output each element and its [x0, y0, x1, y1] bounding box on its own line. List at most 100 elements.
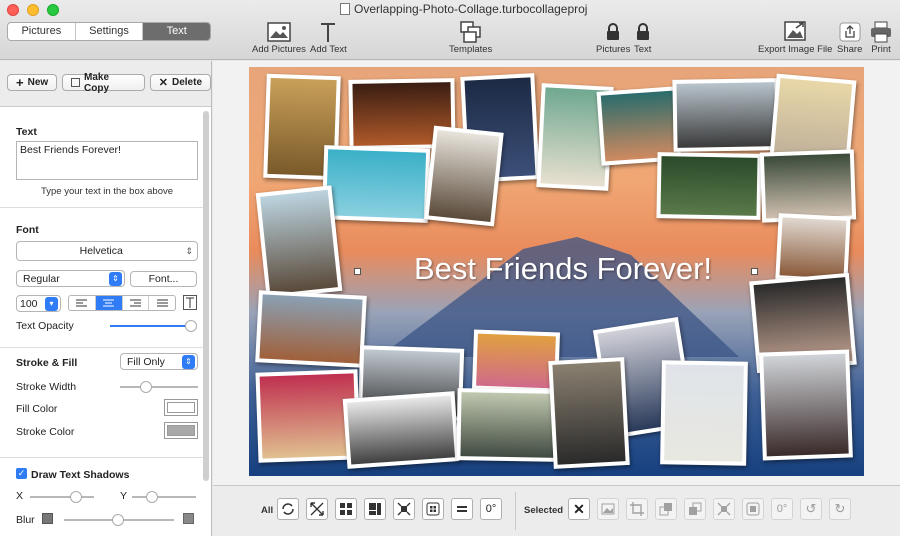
window-title: Overlapping-Photo-Collage.turbocollagepr… [340, 2, 600, 16]
remove-selected-icon[interactable]: ✕ [568, 498, 590, 520]
delete-text-button[interactable]: ✕ Delete [149, 74, 211, 91]
add-text-button[interactable]: Add Text [310, 20, 347, 55]
share-button[interactable]: Share [837, 20, 862, 55]
text-box-icon[interactable] [183, 295, 197, 310]
lock-icon [606, 20, 620, 44]
collage-photo[interactable] [456, 388, 562, 462]
bring-forward-icon[interactable] [655, 498, 677, 520]
collage-photo[interactable] [255, 290, 367, 368]
text-hint: Type your text in the box above [40, 186, 174, 197]
tab-pictures[interactable]: Pictures [8, 23, 76, 40]
slider-knob[interactable] [140, 381, 152, 393]
send-backward-icon[interactable] [684, 498, 706, 520]
collapse-icon[interactable] [742, 498, 764, 520]
resize-handle[interactable] [354, 268, 361, 275]
minimize-window-button[interactable] [27, 4, 39, 16]
make-copy-button[interactable]: Make Copy [62, 72, 145, 94]
font-size-select[interactable]: 100 ▾ [16, 295, 61, 312]
collage-photo[interactable] [255, 185, 343, 299]
fit-icon[interactable] [713, 498, 735, 520]
text-opacity-slider[interactable] [110, 320, 197, 332]
collage-photo[interactable] [321, 145, 431, 223]
updown-chevron-icon: ⇕ [109, 271, 122, 286]
collapse-icon[interactable] [422, 498, 444, 520]
collage-photo[interactable] [759, 349, 853, 461]
collage-photo[interactable] [424, 125, 504, 227]
slider-knob[interactable] [70, 491, 82, 503]
templates-icon [459, 20, 483, 44]
window-controls [7, 4, 59, 16]
lock-text-button[interactable]: Text [634, 20, 651, 55]
font-section-title: Font [16, 224, 39, 236]
expand-icon[interactable] [306, 498, 328, 520]
zero-rotation-icon[interactable]: 0° [771, 498, 793, 520]
text-input[interactable]: Best Friends Forever! [16, 141, 198, 180]
shadow-checkbox[interactable]: ✓ [16, 468, 27, 479]
layout-icon[interactable] [364, 498, 386, 520]
resize-handle[interactable] [751, 268, 758, 275]
alignment-control [68, 295, 176, 311]
toolbar: Overlapping-Photo-Collage.turbocollagepr… [0, 0, 900, 60]
copy-icon [71, 78, 81, 87]
align-left-icon[interactable] [69, 296, 96, 310]
new-text-button[interactable]: + New [7, 74, 58, 91]
stroke-color-well[interactable] [164, 422, 198, 439]
shadow-y-slider[interactable] [132, 491, 196, 503]
updown-chevron-icon: ⇕ [185, 245, 193, 256]
zero-rotation-icon[interactable]: 0° [480, 498, 502, 520]
collage-photo[interactable] [775, 213, 851, 283]
fit-icon[interactable] [393, 498, 415, 520]
align-center-icon[interactable] [95, 296, 123, 310]
canvas-area: Best Friends Forever! [213, 61, 900, 485]
image-icon[interactable] [597, 498, 619, 520]
collage-photo[interactable] [759, 149, 857, 223]
fill-color-well[interactable] [164, 399, 198, 416]
shuffle-icon[interactable] [277, 498, 299, 520]
tab-settings[interactable]: Settings [76, 23, 144, 40]
collage-photo[interactable] [660, 360, 748, 466]
align-right-icon[interactable] [123, 296, 150, 310]
shadow-blur-slider[interactable] [64, 514, 174, 526]
collage-photo[interactable] [471, 329, 561, 393]
tab-text[interactable]: Text [143, 23, 210, 40]
export-image-button[interactable]: Export Image File [758, 20, 832, 55]
stroke-width-slider[interactable] [120, 381, 198, 393]
shadow-blur-label: Blur [16, 514, 35, 526]
collage-photo[interactable] [342, 391, 460, 469]
stroke-fill-select[interactable]: Fill Only ⇕ [120, 353, 198, 370]
image-icon [267, 20, 291, 44]
crop-icon[interactable] [626, 498, 648, 520]
slider-knob[interactable] [146, 491, 158, 503]
add-pictures-button[interactable]: Add Pictures [252, 20, 306, 55]
rotate-right-icon[interactable]: ↻ [829, 498, 851, 520]
collage-photo[interactable] [656, 152, 762, 220]
align-justify-icon[interactable] [149, 296, 175, 310]
panel-scrollbar[interactable] [203, 111, 209, 481]
font-family-select[interactable]: Helvetica ⇕ [16, 241, 198, 261]
rotate-left-icon[interactable]: ↺ [800, 498, 822, 520]
divider [0, 347, 203, 348]
plus-icon: + [16, 74, 24, 90]
close-window-button[interactable] [7, 4, 19, 16]
font-panel-button[interactable]: Font... [130, 271, 197, 287]
stroke-fill-label: Stroke & Fill [16, 357, 78, 369]
blur-min-icon [42, 513, 53, 524]
zoom-window-button[interactable] [47, 4, 59, 16]
lock-pictures-button[interactable]: Pictures [596, 20, 630, 55]
slider-knob[interactable] [185, 320, 197, 332]
slider-knob[interactable] [112, 514, 124, 526]
collage-photo[interactable] [548, 357, 630, 469]
export-image-icon [783, 20, 807, 44]
font-style-select[interactable]: Regular ⇕ [16, 270, 125, 287]
text-settings-panel: Text Best Friends Forever! Type your tex… [0, 106, 211, 536]
grid-icon[interactable] [335, 498, 357, 520]
templates-button[interactable]: Templates [449, 20, 492, 55]
shadow-x-slider[interactable] [30, 491, 94, 503]
collage-photo[interactable] [672, 78, 780, 152]
lock-icon [636, 20, 650, 44]
equal-spacing-icon[interactable] [451, 498, 473, 520]
collage-canvas[interactable]: Best Friends Forever! [249, 67, 864, 476]
collage-text[interactable]: Best Friends Forever! [393, 251, 733, 287]
print-button[interactable]: Print [870, 20, 892, 55]
text-actions: + New Make Copy ✕ Delete [7, 72, 211, 94]
